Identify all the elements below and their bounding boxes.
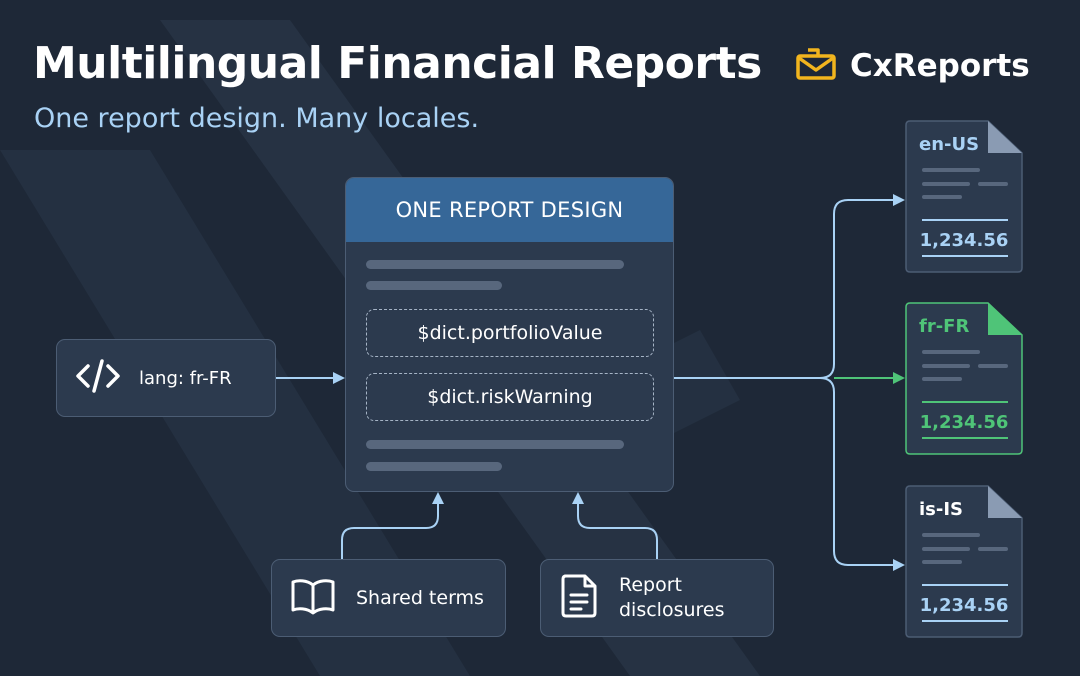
- locale-label: is-IS: [919, 499, 964, 520]
- document-icon: [559, 573, 599, 623]
- placeholder-line: [366, 462, 502, 471]
- shared-terms-label: Shared terms: [356, 586, 484, 609]
- brand-name: CxReports: [850, 48, 1030, 84]
- report-design-card: ONE REPORT DESIGN $dict.portfolioValue $…: [345, 177, 674, 492]
- shared-terms-card: Shared terms: [271, 559, 506, 637]
- locale-label: fr-FR: [919, 316, 970, 337]
- brand: CxReports: [796, 44, 1030, 88]
- language-label: lang: fr-FR: [139, 367, 232, 389]
- language-input-card: lang: fr-FR: [56, 339, 276, 417]
- envelope-logo-icon: [796, 46, 836, 86]
- book-icon: [290, 577, 336, 619]
- formatted-value: 1,234.56: [919, 412, 1009, 433]
- dictionary-token-risk-warning: $dict.riskWarning: [366, 373, 654, 421]
- placeholder-line: [366, 440, 624, 449]
- placeholder-line: [366, 281, 502, 290]
- code-icon: [75, 358, 121, 398]
- output-document-fr-fr: fr-FR 1,234.56: [905, 302, 1023, 455]
- output-document-is-is: is-IS 1,234.56: [905, 485, 1023, 638]
- formatted-value: 1,234.56: [919, 230, 1009, 251]
- placeholder-line: [366, 260, 624, 269]
- report-disclosures-label: Report disclosures: [619, 574, 725, 621]
- page-title: Multilingual Financial Reports: [33, 38, 762, 89]
- formatted-value: 1,234.56: [919, 595, 1009, 616]
- report-design-heading: ONE REPORT DESIGN: [346, 178, 673, 242]
- report-disclosures-card: Report disclosures: [540, 559, 774, 637]
- page-subtitle: One report design. Many locales.: [34, 103, 480, 134]
- locale-label: en-US: [919, 134, 980, 155]
- dictionary-token-portfolio-value: $dict.portfolioValue: [366, 309, 654, 357]
- output-document-en-us: en-US 1,234.56: [905, 120, 1023, 273]
